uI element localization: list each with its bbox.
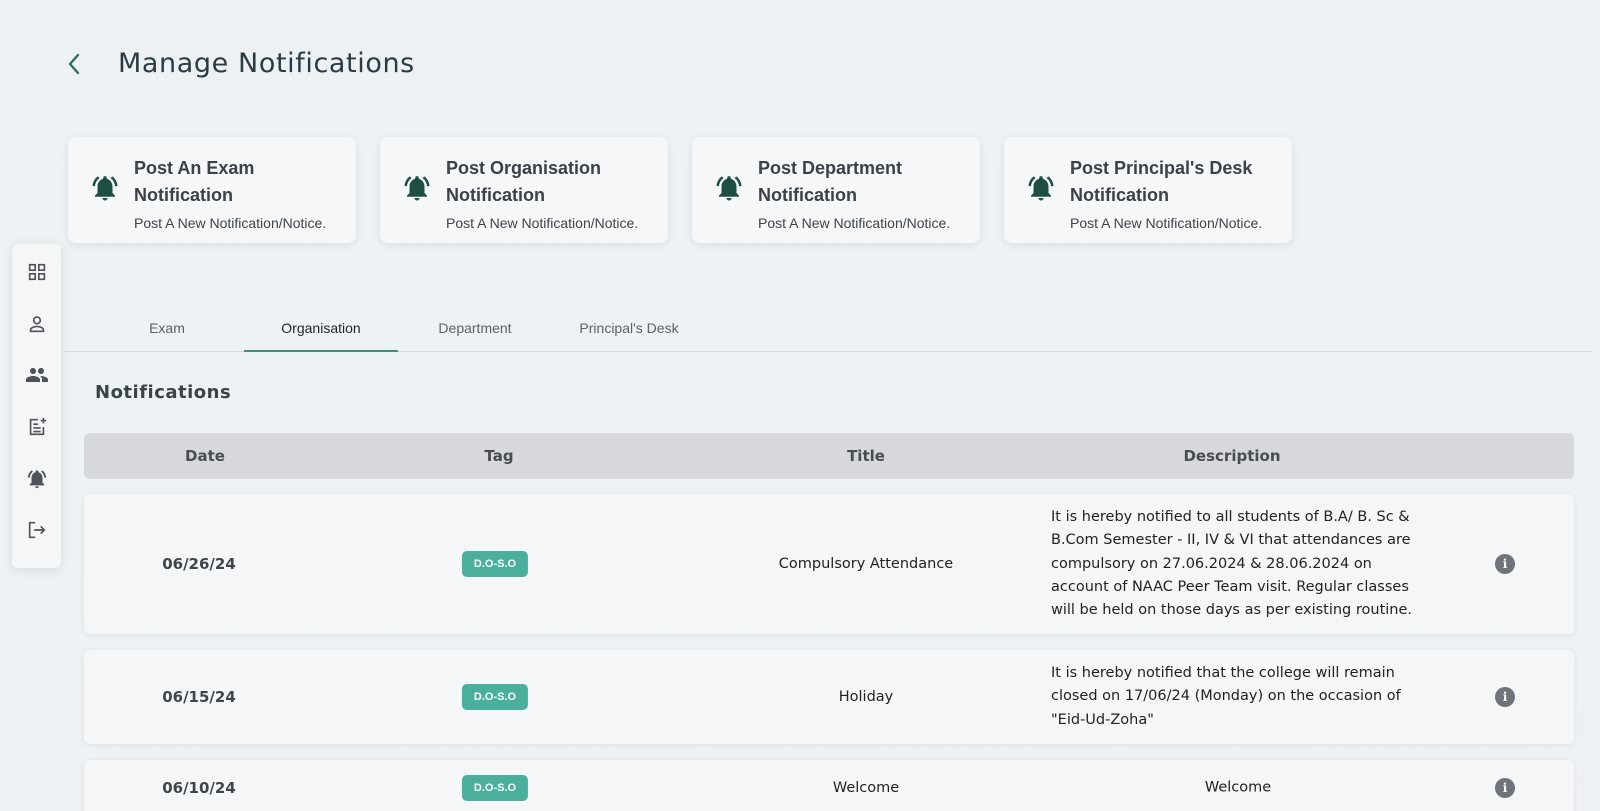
tab-principals-desk[interactable]: Principal's Desk [552,308,706,351]
card-title: Post Department Notification [758,158,903,205]
info-icon: i [1502,557,1508,571]
tag-badge: D.O-S.O [461,551,529,577]
sidebar [12,244,61,568]
row-date: 06/10/24 [162,779,236,797]
row-date: 06/15/24 [162,688,236,706]
row-date: 06/26/24 [162,555,236,573]
sidebar-item-dashboard[interactable] [22,258,52,286]
card-title: Post An Exam Notification [134,158,255,205]
card-subtitle: Post A New Notification/Notice. [758,215,951,231]
bell-icon [27,469,46,488]
sidebar-item-profile[interactable] [22,310,52,338]
table-row: 06/26/24 D.O-S.O Compulsory Attendance I… [84,494,1574,634]
card-title: Post Organisation Notification [446,158,602,205]
info-button[interactable]: i [1495,554,1515,574]
people-icon [25,368,48,383]
post-cards: Post An Exam Notification Post A New Noti… [68,137,1292,243]
person-icon [29,315,44,332]
chevron-left-icon [68,53,80,74]
post-add-icon [29,417,46,436]
logout-icon [28,522,46,539]
sidebar-item-users[interactable] [22,361,52,389]
post-organisation-card[interactable]: Post Organisation Notification Post A New… [380,137,668,243]
column-header-description: Description [1183,447,1281,465]
post-principals-desk-card[interactable]: Post Principal's Desk Notification Post A… [1004,137,1292,243]
row-title: Welcome [832,780,900,796]
row-description: Welcome [1204,779,1272,796]
sidebar-item-logout[interactable] [22,516,52,544]
column-header-date: Date [185,447,225,465]
column-header-title: Title [847,447,885,465]
row-description: It is hereby notified to all students of… [1051,508,1413,618]
row-title: Holiday [838,689,894,705]
table-header: Date Tag Title Description [84,433,1574,479]
info-icon: i [1502,781,1508,795]
page-title: Manage Notifications [118,48,415,79]
grid-icon [28,263,45,280]
tab-exam[interactable]: Exam [90,308,244,351]
table-row: 06/10/24 D.O-S.O Welcome Welcome i [84,760,1574,811]
card-subtitle: Post A New Notification/Notice. [446,215,639,231]
info-button[interactable]: i [1495,778,1515,798]
tab-department[interactable]: Department [398,308,552,351]
post-exam-card[interactable]: Post An Exam Notification Post A New Noti… [68,137,356,243]
table-row: 06/15/24 D.O-S.O Holiday It is hereby no… [84,650,1574,744]
bell-icon [1028,176,1054,201]
back-button[interactable] [60,50,88,78]
bell-icon [404,176,430,201]
tag-badge: D.O-S.O [461,684,529,710]
row-description: It is hereby notified that the college w… [1051,665,1401,728]
sidebar-item-notifications[interactable] [22,465,52,493]
sidebar-item-posts[interactable] [22,413,52,441]
bell-icon [716,176,742,201]
info-icon: i [1502,690,1508,704]
tag-badge: D.O-S.O [461,775,529,801]
post-department-card[interactable]: Post Department Notification Post A New N… [692,137,980,243]
card-subtitle: Post A New Notification/Notice. [134,215,327,231]
info-button[interactable]: i [1495,687,1515,707]
tab-organisation[interactable]: Organisation [244,308,398,352]
section-title: Notifications [95,382,232,403]
column-header-tag: Tag [484,447,514,465]
notification-tabs: Exam Organisation Department Principal's… [64,308,1593,352]
card-title: Post Principal's Desk Notification [1070,158,1253,205]
bell-icon [92,176,118,201]
card-subtitle: Post A New Notification/Notice. [1070,215,1263,231]
page-header: Manage Notifications [60,48,415,79]
row-title: Compulsory Attendance [778,556,954,572]
